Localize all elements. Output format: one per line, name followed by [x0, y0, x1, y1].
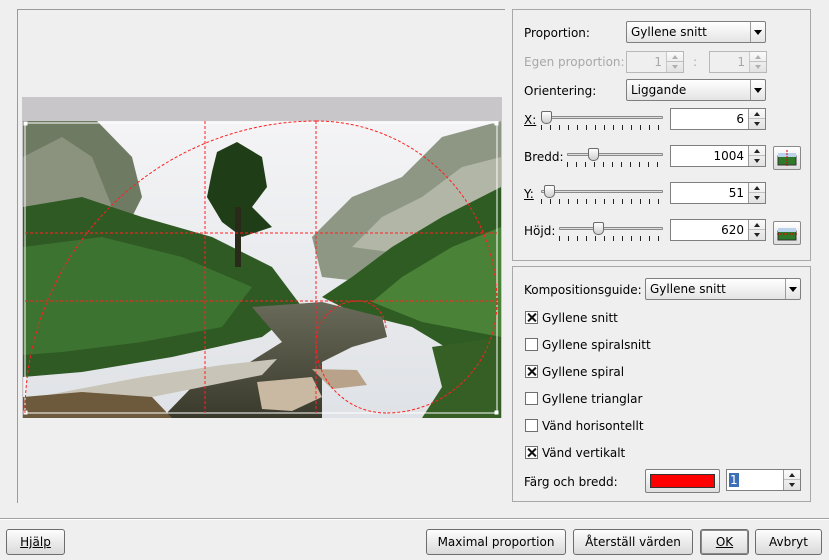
spin-down-icon[interactable] [750, 62, 766, 72]
spin-down-icon[interactable] [667, 62, 683, 72]
height-spin[interactable]: 620 [670, 219, 766, 241]
flip-horizontal-checkbox[interactable] [525, 419, 538, 432]
y-value: 51 [728, 186, 744, 200]
flip-horizontal-label[interactable]: Vänd horisontellt [542, 419, 644, 433]
proportion-combo-value: Gyllene snitt [631, 25, 707, 39]
proportion-combo[interactable]: Gyllene snitt [626, 21, 766, 43]
color-width-label: Färg och bredd: [524, 475, 618, 489]
golden-spiral-section-label[interactable]: Gyllene spiralsnitt [542, 338, 651, 352]
custom-ratio-numerator-spin[interactable]: 1 [626, 51, 684, 73]
composition-guide-combo-value: Gyllene snitt [650, 282, 726, 296]
chevron-down-icon [750, 80, 765, 100]
chevron-down-icon [750, 22, 765, 42]
width-label: Bredd: [524, 150, 564, 164]
button-bar-separator [0, 518, 829, 520]
max-aspect-button[interactable]: Maximal proportion [426, 529, 566, 555]
x-slider[interactable] [541, 110, 663, 132]
golden-spiral-checkbox[interactable] [525, 365, 538, 378]
spin-down-icon[interactable] [784, 480, 800, 490]
orientation-combo-value: Liggande [631, 83, 687, 97]
chevron-down-icon [785, 279, 800, 299]
custom-ratio-denominator-value: 1 [737, 55, 745, 69]
custom-ratio-denominator-spin[interactable]: 1 [709, 51, 767, 73]
composition-guide-label: Kompositionsguide: [524, 283, 642, 297]
ratio-separator: : [693, 55, 698, 69]
height-slider-thumb[interactable] [593, 222, 604, 235]
y-spin[interactable]: 51 [670, 182, 766, 204]
spin-up-icon[interactable] [749, 220, 765, 230]
height-value: 620 [721, 223, 744, 237]
y-slider-thumb[interactable] [544, 185, 555, 198]
golden-section-label[interactable]: Gyllene snitt [542, 311, 618, 325]
x-label: X: [524, 113, 537, 127]
max-height-button[interactable] [773, 221, 801, 245]
height-slider[interactable] [559, 221, 663, 243]
height-label: Höjd: [524, 224, 556, 238]
golden-spiral-label[interactable]: Gyllene spiral [542, 365, 624, 379]
help-button-label: Hjälp [20, 535, 51, 549]
reset-values-button[interactable]: Återställ värden [573, 529, 693, 555]
help-button[interactable]: Hjälp [6, 529, 65, 555]
x-slider-thumb[interactable] [541, 111, 552, 124]
spin-down-icon[interactable] [749, 230, 765, 240]
cancel-button[interactable]: Avbryt [755, 529, 822, 555]
max-height-icon [777, 228, 797, 241]
width-spin[interactable]: 1004 [670, 145, 766, 167]
golden-spiral-section-checkbox[interactable] [525, 338, 538, 351]
y-slider[interactable] [541, 184, 663, 206]
spin-up-icon[interactable] [749, 183, 765, 193]
golden-triangles-label[interactable]: Gyllene trianglar [542, 392, 642, 406]
flip-vertical-checkbox[interactable] [525, 446, 538, 459]
guide-color-swatch [650, 474, 715, 488]
spin-up-icon[interactable] [667, 52, 683, 62]
guide-color-button[interactable] [645, 469, 720, 493]
max-width-icon [777, 150, 797, 166]
width-value: 1004 [713, 149, 744, 163]
cancel-button-label: Avbryt [769, 535, 808, 549]
golden-triangles-checkbox[interactable] [525, 392, 538, 405]
custom-proportion-label: Egen proportion: [524, 55, 625, 69]
max-aspect-button-label: Maximal proportion [437, 535, 555, 549]
flip-vertical-label[interactable]: Vänd vertikalt [542, 446, 625, 460]
spin-down-icon[interactable] [749, 156, 765, 166]
orientation-label: Orientering: [524, 84, 597, 98]
guide-width-value: 1 [729, 473, 739, 487]
composition-guide-combo[interactable]: Gyllene snitt [645, 278, 801, 300]
spin-down-icon[interactable] [749, 193, 765, 203]
max-width-button[interactable] [773, 146, 801, 170]
custom-ratio-numerator-value: 1 [654, 55, 662, 69]
ok-button-label: OK [715, 535, 734, 549]
spin-up-icon[interactable] [750, 52, 766, 62]
golden-section-checkbox[interactable] [525, 311, 538, 324]
orientation-combo[interactable]: Liggande [626, 79, 766, 101]
spin-up-icon[interactable] [749, 109, 765, 119]
spin-up-icon[interactable] [749, 146, 765, 156]
spin-up-icon[interactable] [784, 470, 800, 480]
reset-values-button-label: Återställ värden [585, 535, 681, 549]
x-spin[interactable]: 6 [670, 108, 766, 130]
width-slider[interactable] [567, 147, 663, 169]
spin-down-icon[interactable] [749, 119, 765, 129]
y-label: Y: [524, 187, 534, 201]
crop-preview-canvas[interactable] [22, 97, 502, 418]
ok-button[interactable]: OK [700, 529, 749, 555]
guide-width-spin[interactable]: 1 [726, 469, 801, 491]
composition-guide-panel [512, 266, 811, 502]
proportion-label: Proportion: [524, 26, 590, 40]
preview-image [22, 97, 502, 418]
x-value: 6 [736, 112, 744, 126]
width-slider-thumb[interactable] [588, 148, 599, 161]
